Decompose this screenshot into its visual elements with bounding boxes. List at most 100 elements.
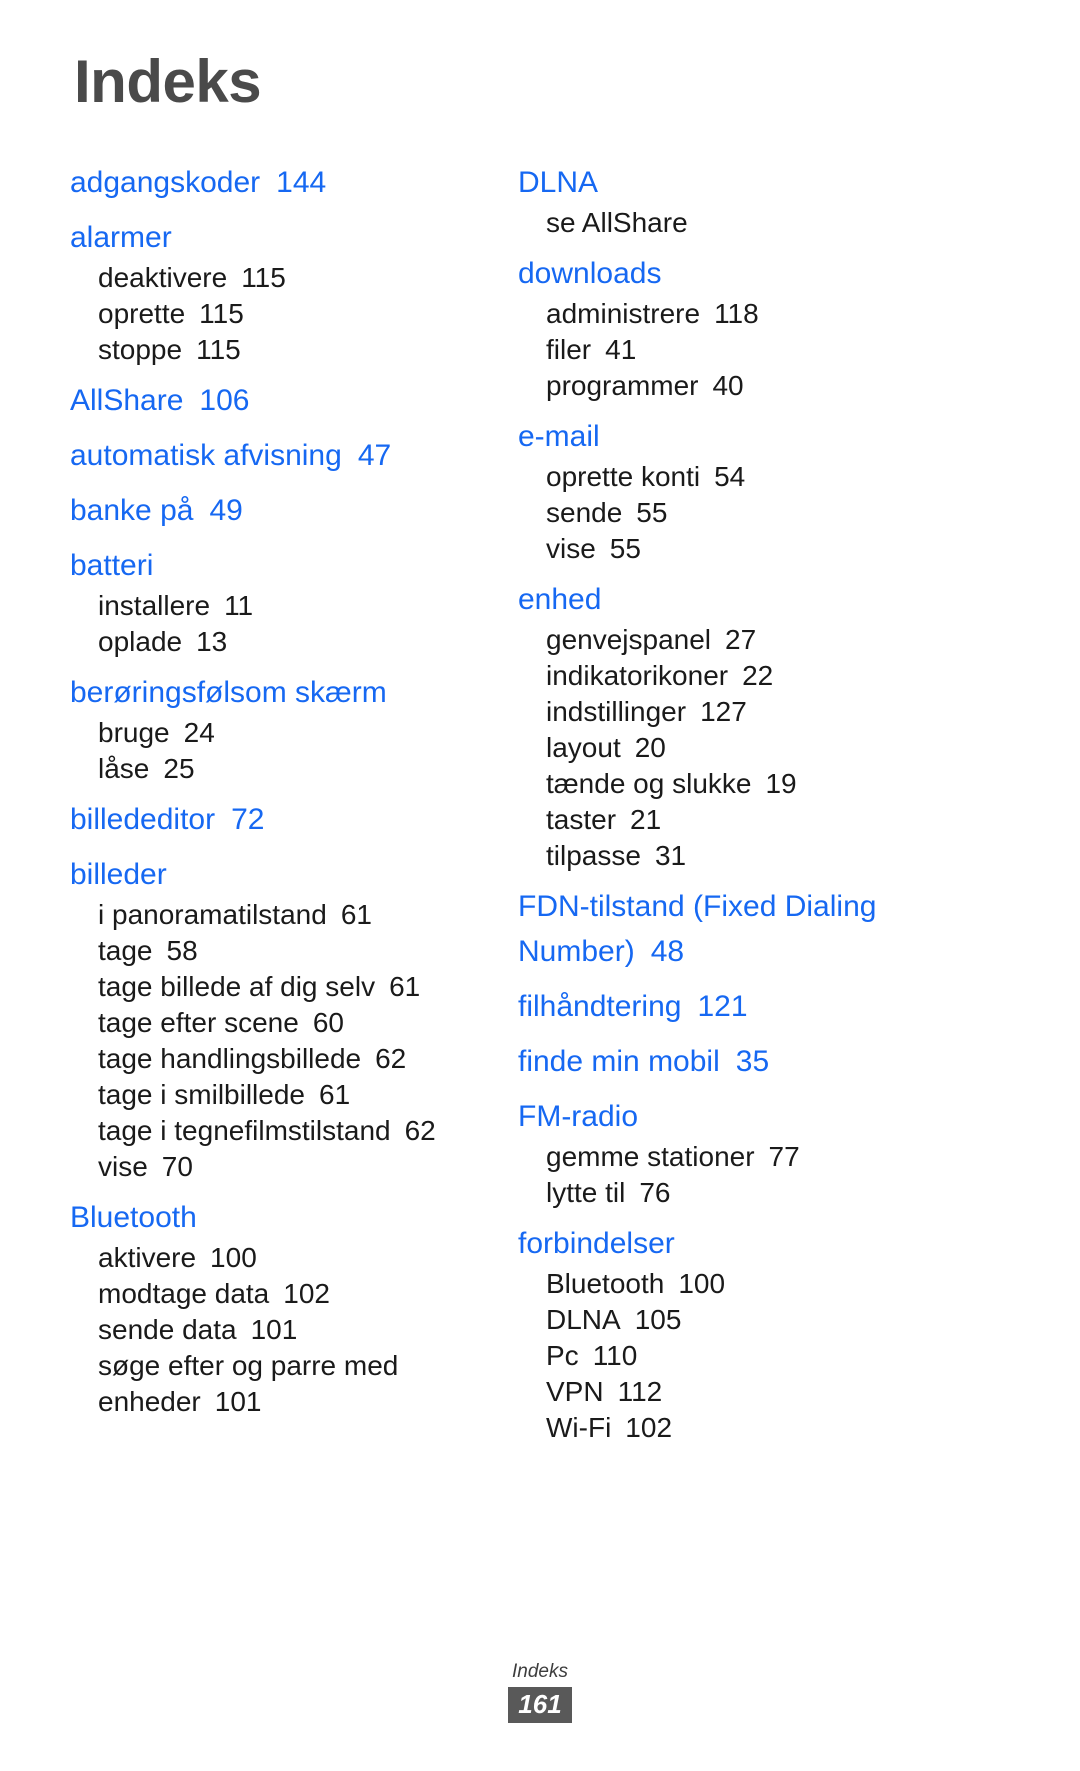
index-subentry-label: oplade [98,626,183,657]
index-subentry[interactable]: oprette konti 54 [518,459,948,495]
index-entry-group: batteri installere 11 oplade 13 [70,543,500,660]
index-subentry-list: se AllShare [518,205,948,241]
index-subentry[interactable]: Pc 110 [518,1338,948,1374]
index-subentry[interactable]: filer 41 [518,332,948,368]
index-term[interactable]: downloads [518,251,948,296]
index-page-number: 47 [357,439,392,472]
index-subentry[interactable]: Bluetooth 100 [518,1266,948,1302]
index-subentry[interactable]: indikatorikoner 22 [518,658,948,694]
index-subentry[interactable]: genvejspanel 27 [518,622,948,658]
index-subentry[interactable]: administrere 118 [518,296,948,332]
index-subentry[interactable]: tage handlingsbillede 62 [70,1041,500,1077]
index-subentry[interactable]: se AllShare [518,205,948,241]
index-subentry-page-number: 61 [319,1079,351,1110]
index-term[interactable]: finde min mobil 35 [518,1039,948,1084]
index-subentry-page-number: 11 [224,590,254,621]
index-subentry-page-number: 21 [630,804,662,835]
index-subentry[interactable]: installere 11 [70,588,500,624]
index-term[interactable]: enhed [518,577,948,622]
index-subentry[interactable]: tage i tegnefilmstilstand 62 [70,1113,500,1149]
index-subentry[interactable]: lytte til 76 [518,1175,948,1211]
index-term[interactable]: banke på 49 [70,488,500,533]
index-subentry[interactable]: gemme stationer 77 [518,1139,948,1175]
index-subentry[interactable]: tage efter scene 60 [70,1005,500,1041]
index-subentry[interactable]: modtage data 102 [70,1276,500,1312]
index-subentry[interactable]: tage i smilbillede 61 [70,1077,500,1113]
index-subentry-label: låse [98,753,150,784]
index-subentry-label: tilpasse [546,840,641,871]
index-subentry-label: programmer [546,370,699,401]
index-subentry-list: installere 11 oplade 13 [70,588,500,660]
index-subentry[interactable]: søge efter og parre med enheder 101 [70,1348,500,1420]
index-subentry[interactable]: vise 55 [518,531,948,567]
index-entry-group: billeder i panoramatilstand 61 tage 58 tage b… [70,852,500,1185]
index-subentry-page-number: 61 [340,899,372,930]
index-term[interactable]: automatisk afvisning 47 [70,433,500,478]
index-subentry-page-number: 20 [634,732,666,763]
index-term[interactable]: DLNA [518,160,948,205]
index-term[interactable]: billededitor 72 [70,797,500,842]
index-subentry-list: bruge 24 låse 25 [70,715,500,787]
index-subentry[interactable]: aktivere 100 [70,1240,500,1276]
index-subentry[interactable]: programmer 40 [518,368,948,404]
index-term[interactable]: alarmer [70,215,500,260]
index-term[interactable]: forbindelser [518,1221,948,1266]
index-subentry[interactable]: tage 58 [70,933,500,969]
index-page-number: 121 [697,990,748,1023]
index-subentry[interactable]: VPN 112 [518,1374,948,1410]
index-subentry[interactable]: Wi-Fi 102 [518,1410,948,1446]
index-subentry-label: gemme stationer [546,1141,755,1172]
index-term[interactable]: batteri [70,543,500,588]
index-term[interactable]: AllShare 106 [70,378,500,423]
index-subentry[interactable]: sende data 101 [70,1312,500,1348]
index-term-label: FDN-tilstand (Fixed Dialing Number) [518,890,877,968]
index-term[interactable]: FDN-tilstand (Fixed Dialing Number) 48 [518,884,948,974]
index-page-number: 72 [231,803,265,836]
index-term[interactable]: adgangskoder 144 [70,160,500,205]
index-subentry[interactable]: sende 55 [518,495,948,531]
index-page-number: 106 [199,384,250,417]
index-subentry[interactable]: taster 21 [518,802,948,838]
index-subentry-label: se AllShare [546,207,688,238]
index-term-label: Bluetooth [70,1201,197,1234]
index-entry-group: filhåndtering 121 [518,984,948,1029]
index-subentry[interactable]: oplade 13 [70,624,500,660]
index-subentry-label: Bluetooth [546,1268,665,1299]
index-subentry-list: aktivere 100 modtage data 102 sende data 101 s… [70,1240,500,1420]
index-subentry[interactable]: stoppe 115 [70,332,500,368]
index-term-label: alarmer [70,221,172,254]
index-term[interactable]: FM-radio [518,1094,948,1139]
index-subentry[interactable]: tilpasse 31 [518,838,948,874]
index-term[interactable]: berøringsfølsom skærm [70,670,500,715]
index-subentry-page-number: 55 [609,533,641,564]
index-subentry[interactable]: indstillinger 127 [518,694,948,730]
index-subentry-page-number: 112 [617,1376,663,1407]
index-term[interactable]: billeder [70,852,500,897]
index-term[interactable]: filhåndtering 121 [518,984,948,1029]
index-subentry-label: aktivere [98,1242,197,1273]
index-subentry[interactable]: låse 25 [70,751,500,787]
index-subentry[interactable]: tage billede af dig selv 61 [70,969,500,1005]
index-subentry[interactable]: tænde og slukke 19 [518,766,948,802]
index-subentry-page-number: 110 [592,1340,638,1371]
index-subentry[interactable]: vise 70 [70,1149,500,1185]
index-entry-group: billededitor 72 [70,797,500,842]
index-subentry[interactable]: deaktivere 115 [70,260,500,296]
index-subentry[interactable]: bruge 24 [70,715,500,751]
index-entry-group: e-mail oprette konti 54 sende 55 vise 55 [518,414,948,567]
index-subentry-label: deaktivere [98,262,228,293]
index-subentry-label: bruge [98,717,170,748]
index-subentry-label: indikatorikoner [546,660,729,691]
index-term[interactable]: e-mail [518,414,948,459]
page-title: Indeks [74,48,262,115]
index-subentry-label: administrere [546,298,701,329]
index-term[interactable]: Bluetooth [70,1195,500,1240]
index-subentry[interactable]: DLNA 105 [518,1302,948,1338]
index-entry-group: berøringsfølsom skærm bruge 24 låse 25 [70,670,500,787]
index-subentry[interactable]: i panoramatilstand 61 [70,897,500,933]
index-subentry[interactable]: layout 20 [518,730,948,766]
index-entry-group: downloads administrere 118 filer 41 programme… [518,251,948,404]
index-subentry[interactable]: oprette 115 [70,296,500,332]
index-subentry-label: modtage data [98,1278,270,1309]
index-subentry-label: installere [98,590,211,621]
